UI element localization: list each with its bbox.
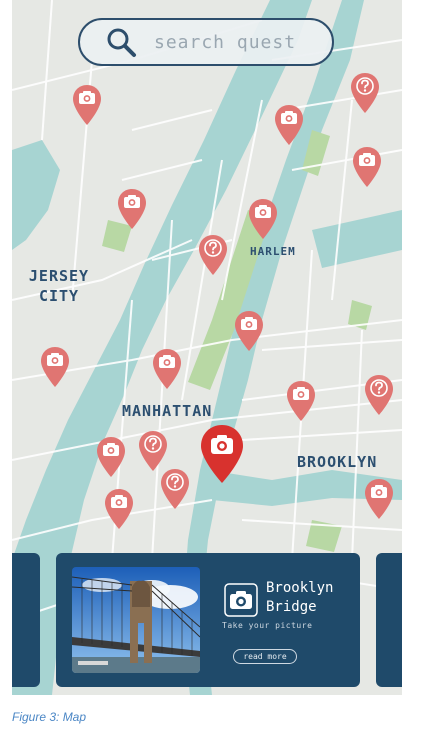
photo-spot-pin[interactable] <box>274 104 304 146</box>
search-bar[interactable] <box>78 18 334 66</box>
unknown-quest-pin[interactable] <box>364 374 394 416</box>
label-harlem: HARLEM <box>250 245 296 258</box>
location-card[interactable]: Brooklyn Bridge Take your picture read m… <box>56 553 360 687</box>
search-icon[interactable] <box>104 25 138 59</box>
label-jersey-city: JERSEY CITY <box>28 267 90 305</box>
photo-spot-pin[interactable] <box>117 188 147 230</box>
location-title: Brooklyn Bridge <box>266 580 334 615</box>
figure-caption: Figure 3: Map <box>12 710 87 724</box>
selected-location-pin[interactable] <box>200 424 244 484</box>
camera-icon <box>224 583 258 617</box>
next-card[interactable] <box>376 553 402 687</box>
unknown-quest-pin[interactable] <box>350 72 380 114</box>
unknown-quest-pin[interactable] <box>198 234 228 276</box>
unknown-quest-pin[interactable] <box>138 430 168 472</box>
search-input[interactable] <box>152 30 326 54</box>
photo-spot-pin[interactable] <box>40 346 70 388</box>
photo-spot-pin[interactable] <box>104 488 134 530</box>
photo-spot-pin[interactable] <box>234 310 264 352</box>
photo-spot-pin[interactable] <box>352 146 382 188</box>
read-more-button[interactable]: read more <box>233 649 297 664</box>
photo-spot-pin[interactable] <box>364 478 394 520</box>
label-manhattan: MANHATTAN <box>122 402 213 420</box>
photo-spot-pin[interactable] <box>96 436 126 478</box>
brooklyn-bridge-photo <box>72 567 200 673</box>
location-subtitle: Take your picture <box>222 621 313 630</box>
label-brooklyn: BROOKLYN <box>297 453 378 471</box>
previous-card[interactable] <box>12 553 40 687</box>
photo-spot-pin[interactable] <box>152 348 182 390</box>
photo-spot-pin[interactable] <box>72 84 102 126</box>
map-screen: JERSEY CITY HARLEM MANHATTAN BROOKLYN se… <box>12 0 402 695</box>
unknown-quest-pin[interactable] <box>160 468 190 510</box>
location-card-carousel[interactable]: Brooklyn Bridge Take your picture read m… <box>12 553 402 687</box>
photo-spot-pin[interactable] <box>286 380 316 422</box>
photo-spot-pin[interactable] <box>248 198 278 240</box>
